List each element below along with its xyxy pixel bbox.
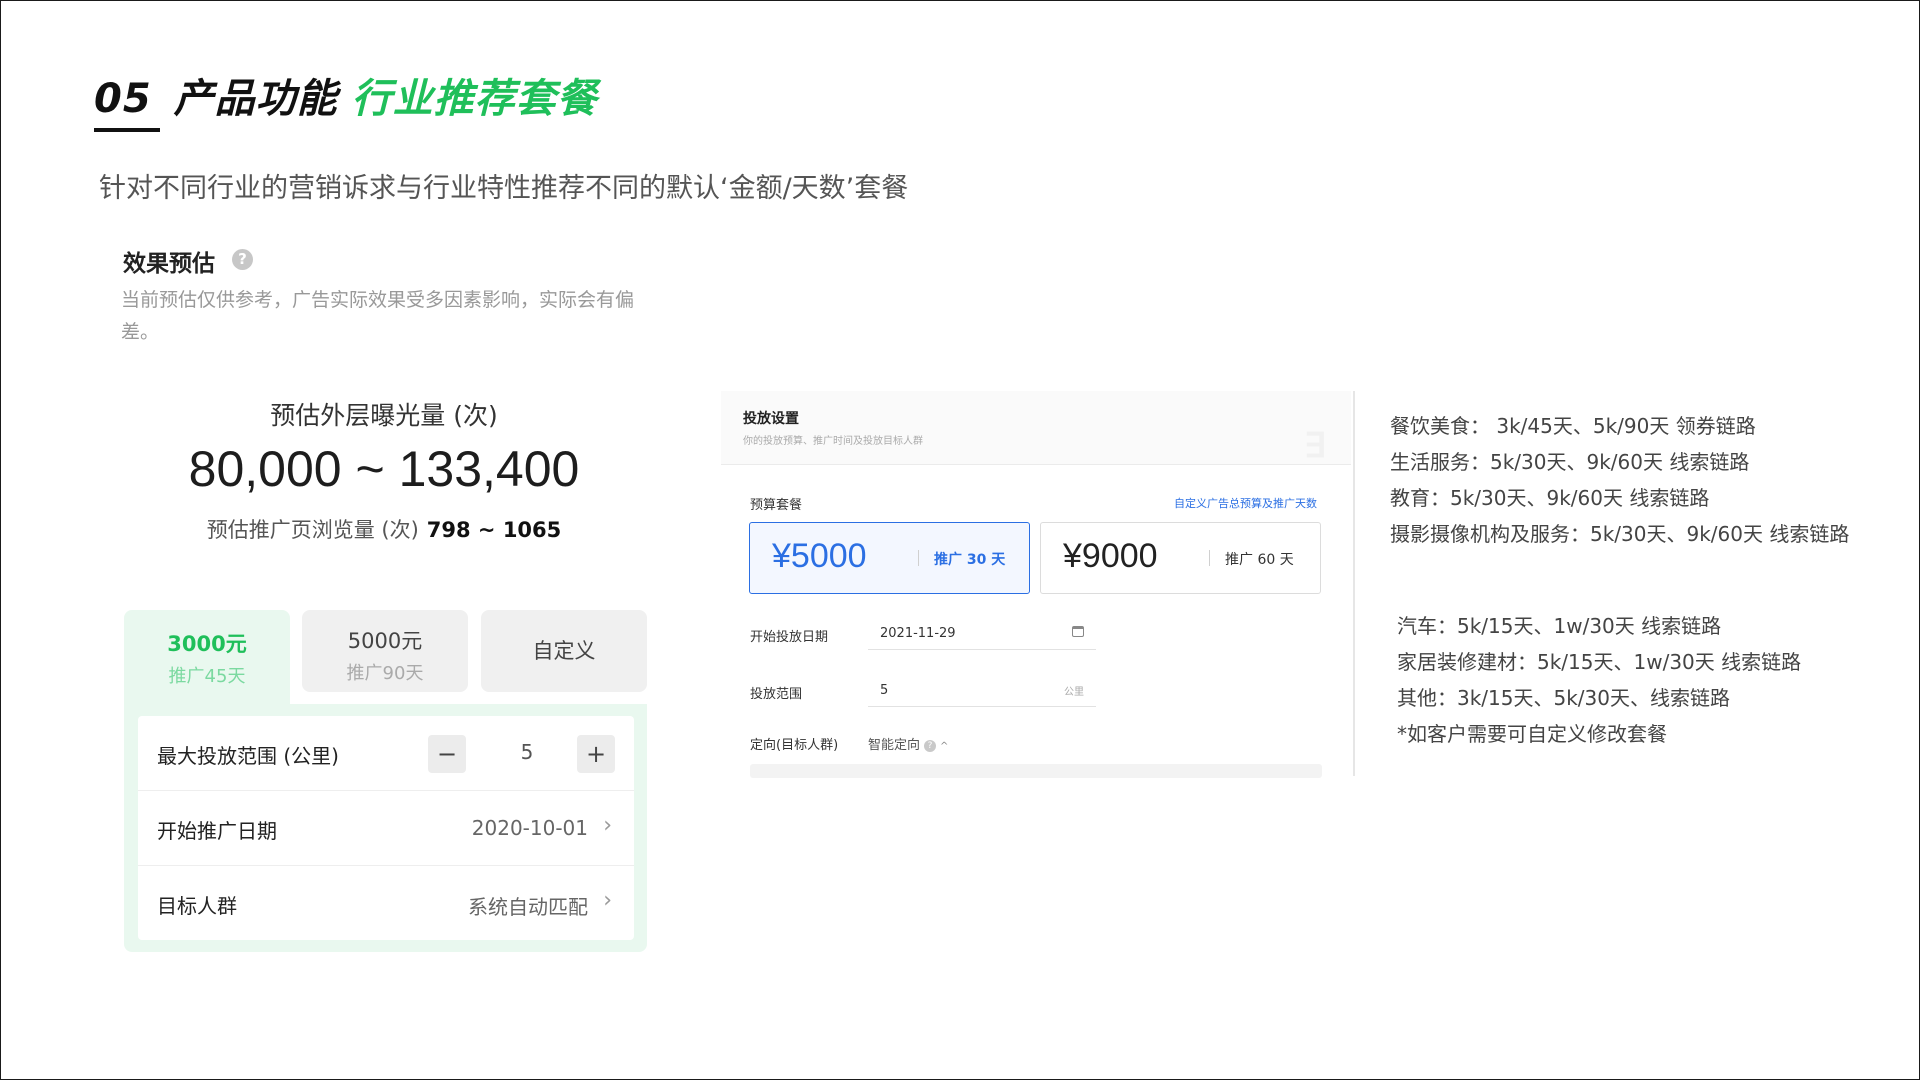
panel-bottom-bar [750,764,1322,778]
budget-price: ¥5000 [772,537,867,575]
industry-notes-group-a: 餐饮美食： 3k/45天、5k/90天 领券链路 生活服务：5k/30天、9k/… [1390,408,1849,552]
industry-notes-group-b: 汽车：5k/15天、1w/30天 线索链路 家居装修建材：5k/15天、1w/3… [1397,608,1801,752]
slide-subtitle: 针对不同行业的营销诉求与行业特性推荐不同的默认‘金额/天数’套餐 [99,173,909,204]
budget-duration: 推广 30 天 [934,552,1006,568]
chevron-up-icon: ^ [940,741,949,752]
start-date-field[interactable]: 2021-11-29 [868,617,1096,650]
slide-number: 05 [94,76,152,122]
start-date-field-value: 2021-11-29 [880,626,956,641]
package-tab-3000[interactable]: 3000元 推广45天 [124,610,290,706]
estimate-section-title: 效果预估 [123,251,215,277]
package-custom-label: 自定义 [532,639,596,663]
divider [918,550,919,566]
targeting-value: 智能定向 [868,738,921,753]
pageview-estimate: 预估推广页浏览量 (次) 798 ~ 1065 [124,514,644,544]
custom-budget-link[interactable]: 自定义广告总预算及推广天数 [1174,495,1317,511]
package-amount: 3000元 [167,632,247,656]
decrement-button[interactable]: − [428,735,466,773]
watermark-logo: ∃ [1304,427,1326,465]
slide-title-highlight: 行业推荐套餐 [351,76,598,122]
increment-button[interactable]: + [577,735,615,773]
note-line: *如客户需要可自定义修改套餐 [1397,722,1667,746]
start-date-value: 2020-10-01 [471,816,588,840]
note-line: 其他：3k/15天、5k/30天、线索链路 [1397,686,1730,710]
start-date-row[interactable]: 开始推广日期 2020-10-01 › [138,791,634,866]
range-field-value: 5 [880,683,889,698]
pageview-label: 预估推广页浏览量 (次) [206,518,419,542]
note-line: 教育：5k/30天、9k/60天 线索链路 [1390,486,1710,510]
pageview-range: 798 ~ 1065 [426,518,562,542]
budget-option-9000[interactable]: ¥9000 推广 60 天 [1040,522,1321,594]
note-line: 餐饮美食： 3k/45天、5k/90天 领券链路 [1390,414,1756,438]
budget-duration: 推广 60 天 [1225,552,1294,568]
range-field[interactable]: 5 公里 [868,674,1096,707]
chevron-right-icon: › [603,888,612,913]
start-date-label: 开始推广日期 [157,819,277,843]
exposure-range: 80,000 ~ 133,400 [188,441,580,497]
range-value: 5 [520,740,534,764]
slide-title: 05 产品功能 行业推荐套餐 [94,66,598,124]
chevron-right-icon: › [603,813,612,838]
package-tab-custom[interactable]: 自定义 [481,610,647,692]
targeting-toggle[interactable]: 智能定向? ^ [868,734,948,753]
audience-row[interactable]: 目标人群 系统自动匹配 › [138,866,634,940]
note-line: 生活服务：5k/30天、9k/60天 线索链路 [1390,450,1750,474]
delivery-settings-desc: 你的投放预算、推广时间及投放目标人群 [743,436,923,447]
range-field-label: 投放范围 [750,687,803,702]
note-line: 家居装修建材：5k/15天、1w/30天 线索链路 [1397,650,1802,674]
range-unit: 公里 [1064,687,1084,698]
help-icon[interactable]: ? [232,249,253,270]
divider [1209,550,1210,566]
audience-label: 目标人群 [157,894,237,918]
budget-package-label: 预算套餐 [750,498,803,513]
exposure-label: 预估外层曝光量 (次) [270,401,498,430]
slide-title-main: 产品功能 [173,76,338,122]
audience-value: 系统自动匹配 [468,895,588,919]
package-days: 推广90天 [346,663,424,684]
note-line: 摄影摄像机构及服务：5k/30天、9k/60天 线索链路 [1390,522,1850,546]
range-row-label: 最大投放范围 (公里) [157,744,339,768]
note-line: 汽车：5k/15天、1w/30天 线索链路 [1397,614,1722,638]
budget-price: ¥9000 [1063,537,1158,575]
help-icon[interactable]: ? [924,739,937,752]
calendar-icon[interactable] [1072,626,1084,637]
delivery-settings-title: 投放设置 [743,411,799,427]
start-date-field-label: 开始投放日期 [750,630,829,645]
package-amount: 5000元 [347,629,423,653]
delivery-settings-header [721,391,1351,465]
estimate-description: 当前预估仅供参考，广告实际效果受多因素影响，实际会有偏差。 [121,289,635,343]
package-tab-5000[interactable]: 5000元 推广90天 [302,610,468,692]
budget-option-5000[interactable]: ¥5000 推广 30 天 [749,522,1030,594]
targeting-label: 定向(目标人群) [750,738,839,753]
package-days: 推广45天 [168,666,246,687]
title-underline [94,128,160,132]
range-row: 最大投放范围 (公里) − 5 + [138,716,634,791]
